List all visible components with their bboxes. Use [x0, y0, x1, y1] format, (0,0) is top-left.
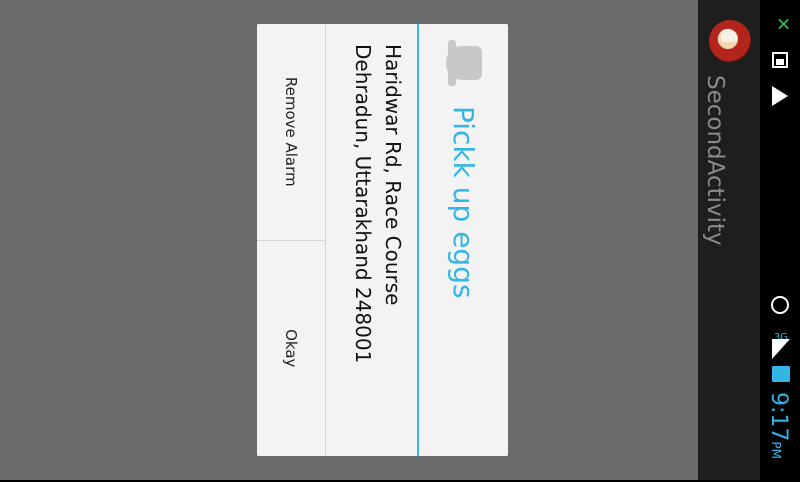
clock-time: 9:17 [766, 392, 791, 442]
okay-button[interactable]: Okay [257, 239, 325, 456]
bell-icon [446, 46, 482, 80]
dialog-title: Pickk up eggs [447, 106, 480, 299]
app-icon [709, 20, 751, 62]
activity-title: SecondActivity [702, 75, 728, 246]
alarm-dialog: Pickk up eggs Haridwar Rd, Race Course D… [257, 24, 508, 456]
title-divider [417, 24, 419, 456]
message-line: Dehradun, Uttarakhand 248001 [351, 44, 375, 364]
warning-icon [772, 86, 788, 106]
dialog-button-bar: Remove Alarm Okay [257, 24, 326, 456]
remove-alarm-button[interactable]: Remove Alarm [257, 24, 325, 240]
message-line: Haridwar Rd, Race Course [381, 44, 405, 306]
alarm-dialog-content: Pickk up eggs Haridwar Rd, Race Course D… [257, 24, 508, 456]
battery-icon [772, 366, 790, 382]
notification-x-icon: ✕ [772, 16, 793, 32]
alarm-clock-icon [771, 296, 789, 314]
image-notification-icon [772, 52, 788, 68]
status-clock: 9:17PM [764, 392, 792, 482]
dialog-message: Haridwar Rd, Race Course Dehradun, Uttar… [334, 44, 408, 444]
signal-icon [772, 339, 790, 359]
clock-ampm: PM [769, 441, 783, 459]
dialog-header: Pickk up eggs [418, 24, 508, 456]
